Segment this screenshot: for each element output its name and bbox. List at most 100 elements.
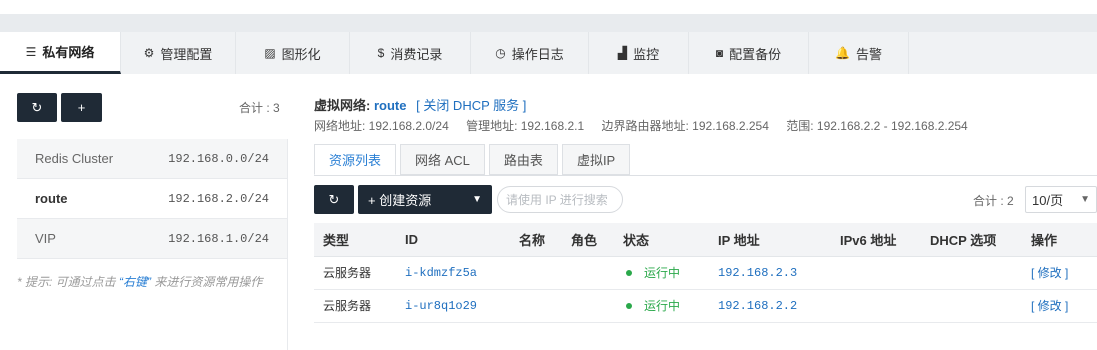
bell-icon: 🔔 — [835, 46, 850, 60]
col-actions: 操作 — [1022, 223, 1097, 257]
add-network-button[interactable]: + — [61, 93, 102, 122]
subtab-route-table[interactable]: 路由表 — [488, 144, 558, 175]
vnet-name: route — [373, 98, 407, 113]
panel-divider — [287, 139, 288, 350]
border-router-address: 边界路由器地址: 192.168.2.254 — [601, 119, 769, 133]
top-stripe — [0, 14, 1097, 32]
subtab-resource-list[interactable]: 资源列表 — [314, 144, 397, 175]
cell-id[interactable]: i-ur8q1o29 — [396, 289, 510, 323]
tab-monitoring[interactable]: ▟ 监控 — [589, 32, 689, 74]
refresh-icon: ↻ — [328, 191, 340, 207]
modify-link[interactable]: [ 修改 ] — [1031, 266, 1068, 280]
status-text: 运行中 — [644, 299, 681, 313]
vnet-info: 网络地址: 192.168.2.0/24 管理地址: 192.168.2.1 边… — [314, 117, 982, 134]
cell-actions: [ 修改 ] — [1022, 289, 1097, 323]
col-name: 名称 — [510, 223, 562, 257]
main-tabs: ☰ 私有网络 ⚙ 管理配置 ▨ 图形化 $ 消费记录 ◷ 操作日志 ▟ 监控 ◙… — [0, 32, 1097, 74]
resource-subtabs: 资源列表 网络 ACL 路由表 虚拟IP — [314, 144, 634, 175]
table-row[interactable]: 云服务器 i-ur8q1o29 运行中 192.168.2.2 [ 修改 ] — [314, 289, 1097, 323]
tab-billing-records[interactable]: $ 消费记录 — [350, 32, 471, 74]
tab-label: 告警 — [855, 46, 882, 62]
page-size-value: 10/页 — [1032, 193, 1064, 208]
tab-config-backup[interactable]: ◙ 配置备份 — [689, 32, 809, 74]
col-id: ID — [396, 223, 510, 257]
cell-type: 云服务器 — [314, 289, 396, 323]
plus-icon: + — [77, 100, 86, 115]
area-chart-icon: ▟ — [617, 46, 628, 60]
network-name: Redis Cluster — [35, 151, 114, 166]
refresh-icon: ↻ — [31, 99, 43, 115]
network-address: 网络地址: 192.168.2.0/24 — [314, 119, 449, 133]
cell-role — [562, 256, 614, 290]
camera-icon: ◙ — [715, 46, 724, 60]
cell-ip: 192.168.2.3 — [709, 256, 831, 290]
col-ipv6: IPv6 地址 — [831, 223, 921, 257]
caret-down-icon: ▼ — [1080, 194, 1090, 205]
cell-actions: [ 修改 ] — [1022, 256, 1097, 290]
tab-operation-log[interactable]: ◷ 操作日志 — [471, 32, 589, 74]
cell-status: 运行中 — [614, 289, 709, 323]
network-item-redis-cluster[interactable]: Redis Cluster 192.168.0.0/24 — [17, 139, 287, 179]
tab-label: 配置备份 — [729, 46, 782, 62]
clock-icon: ◷ — [495, 46, 506, 60]
disable-dhcp-link[interactable]: [ 关闭 DHCP 服务 ] — [416, 98, 526, 113]
page-size-select[interactable]: 10/页 ▼ — [1025, 186, 1097, 213]
create-resource-label: + 创建资源 — [368, 193, 432, 208]
subtab-network-acl[interactable]: 网络 ACL — [400, 144, 485, 175]
list-icon: ☰ — [25, 44, 37, 59]
col-type: 类型 — [314, 223, 396, 257]
network-list: Redis Cluster 192.168.0.0/24 route 192.1… — [17, 139, 287, 259]
col-ip: IP 地址 — [709, 223, 831, 257]
network-cidr: 192.168.0.0/24 — [168, 151, 269, 166]
tab-label: 操作日志 — [511, 46, 564, 62]
tab-label: 消费记录 — [390, 46, 443, 62]
col-role: 角色 — [562, 223, 614, 257]
tab-label: 图形化 — [281, 46, 321, 62]
cell-dhcp — [921, 256, 1022, 290]
network-name: route — [35, 191, 68, 206]
network-item-vip[interactable]: VIP 192.168.1.0/24 — [17, 219, 287, 259]
gears-icon: ⚙ — [143, 46, 155, 60]
cell-name — [510, 289, 562, 323]
context-menu-hint: * 提示: 可通过点击 “右键” 来进行资源常用操作 — [17, 273, 262, 290]
tab-alerts[interactable]: 🔔 告警 — [809, 32, 909, 74]
resource-table: 类型 ID 名称 角色 状态 IP 地址 IPv6 地址 DHCP 选项 操作 … — [314, 223, 1097, 323]
hint-keyword: “右键” — [119, 275, 152, 289]
table-row[interactable]: 云服务器 i-kdmzfz5a 运行中 192.168.2.3 [ 修改 ] — [314, 256, 1097, 290]
network-cidr: 192.168.2.0/24 — [168, 191, 269, 206]
tab-management-config[interactable]: ⚙ 管理配置 — [121, 32, 236, 74]
cell-name — [510, 256, 562, 290]
top-bar — [0, 0, 1097, 14]
cell-id[interactable]: i-kdmzfz5a — [396, 256, 510, 290]
cell-dhcp — [921, 289, 1022, 323]
vnet-title: 虚拟网络: route [ 关闭 DHCP 服务 ] — [314, 95, 526, 114]
status-text: 运行中 — [644, 266, 681, 280]
hint-prefix: * 提示: 可通过点击 — [17, 275, 116, 289]
network-item-route[interactable]: route 192.168.2.0/24 — [17, 179, 287, 219]
col-dhcp: DHCP 选项 — [921, 223, 1022, 257]
status-dot-icon — [626, 303, 632, 309]
subtabs-divider — [314, 175, 1097, 176]
modify-link[interactable]: [ 修改 ] — [1031, 299, 1068, 313]
vnet-label: 虚拟网络: — [314, 98, 371, 113]
status-dot-icon — [626, 270, 632, 276]
management-address: 管理地址: 192.168.2.1 — [466, 119, 585, 133]
ip-search-input[interactable] — [497, 186, 623, 213]
tab-label: 监控 — [633, 46, 660, 62]
tab-graphical[interactable]: ▨ 图形化 — [236, 32, 350, 74]
network-cidr: 192.168.1.0/24 — [168, 231, 269, 246]
image-icon: ▨ — [264, 46, 276, 60]
subtab-virtual-ip[interactable]: 虚拟IP — [561, 144, 631, 175]
cell-ipv6 — [831, 289, 921, 323]
refresh-networks-button[interactable]: ↻ — [17, 93, 57, 122]
resource-total: 合计 : 2 — [973, 194, 1014, 208]
refresh-resources-button[interactable]: ↻ — [314, 185, 354, 214]
hint-suffix: 来进行资源常用操作 — [154, 275, 263, 289]
tab-private-network[interactable]: ☰ 私有网络 — [0, 32, 121, 74]
network-name: VIP — [35, 231, 56, 246]
col-status: 状态 — [614, 223, 709, 257]
tab-label: 私有网络 — [42, 45, 95, 60]
cell-ip: 192.168.2.2 — [709, 289, 831, 323]
create-resource-button[interactable]: + 创建资源 ▼ — [358, 185, 492, 214]
tab-label: 管理配置 — [160, 46, 213, 62]
